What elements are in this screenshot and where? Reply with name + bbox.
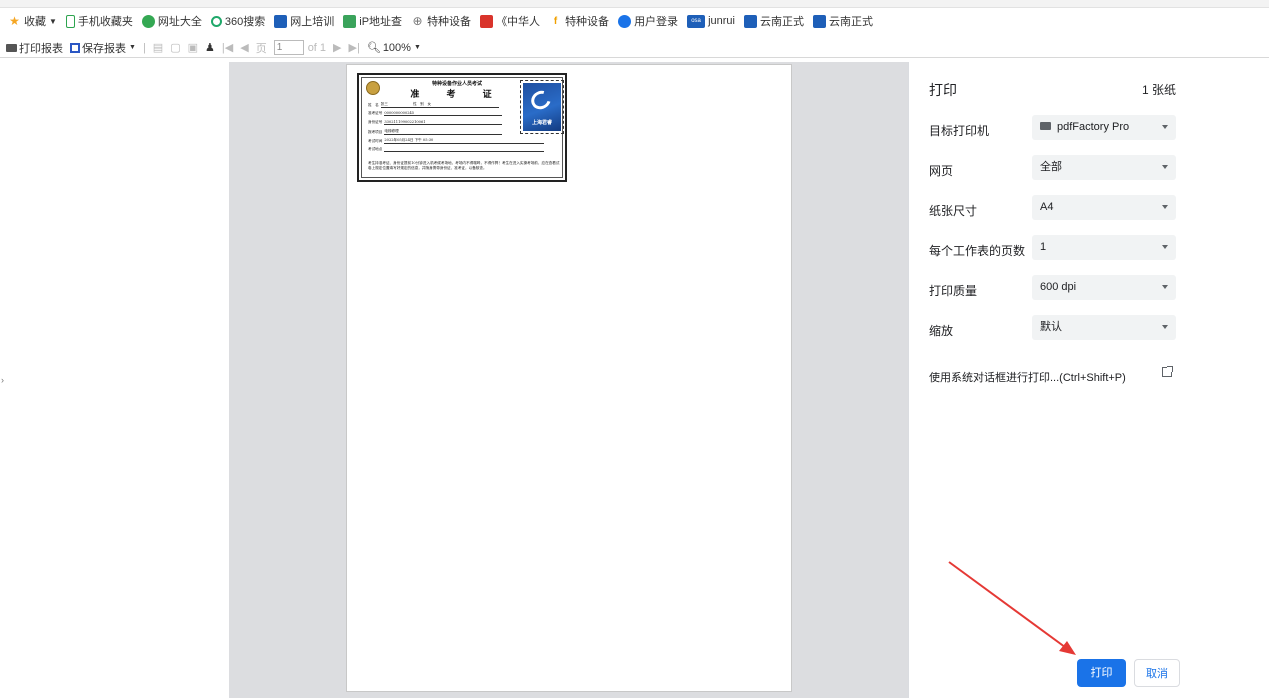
save-report-button[interactable]: 保存报表 ▼ [70,40,136,56]
chevron-down-icon [1162,165,1168,169]
bookmark-online-training[interactable]: 网上培训 [274,13,334,29]
destination-select[interactable]: pdfFactory Pro [1032,115,1176,140]
logo-image: 上海君睿 [523,83,561,131]
print-report-button[interactable]: 打印报表 [6,40,63,56]
site-icon [812,14,826,28]
bookmark-yunnan-2[interactable]: 云南正式 [812,13,873,29]
bookmark-360-search[interactable]: 360搜索 [210,13,265,29]
bookmark-yunnan-1[interactable]: 云南正式 [743,13,804,29]
paper-size-label: 纸张尺寸 [929,204,978,218]
page-count: of 1 [307,41,327,54]
star-icon: ★ [9,13,20,28]
swoosh-icon [527,87,555,113]
cancel-button[interactable]: 取消 [1134,659,1180,687]
first-page-icon[interactable]: |◀ [222,41,233,54]
chevron-down-icon: ▼ [129,44,136,51]
page-number-input[interactable] [273,40,304,55]
bookmark-special-equipment[interactable]: ⊕ 特种设备 [411,13,472,29]
site-icon [618,14,632,28]
panel-title: 打印 [929,82,957,98]
field-exam-time: 考试时间 2022年05月24日 下午 05:30 [368,138,545,144]
last-page-icon[interactable]: ▶| [349,41,360,54]
field-ticket-no: 准考证号 0000000000245 [368,111,503,116]
sheet-count: 1 张纸 [1141,83,1176,97]
site-icon [343,14,357,28]
site-icon: f [553,15,558,27]
printer-icon [1040,122,1051,131]
phone-icon [65,14,75,28]
pages-per-sheet-label: 每个工作表的页数 [929,244,1026,258]
admission-ticket-frame: 特种设备作业人员考试 准 考 证 上海君睿 姓 名张三 性 别 女 准考证号 00… [361,77,564,178]
chevron-down-icon [1162,325,1168,329]
chevron-down-icon [1162,205,1168,209]
copy-icon[interactable]: ▢ [170,41,180,54]
find-icon[interactable]: ♟ [205,41,215,54]
paper-size-select[interactable]: A4 [1032,195,1176,220]
next-page-icon[interactable]: ▶ [333,41,341,54]
bookmark-special-equipment-2[interactable]: f 特种设备 [549,13,609,29]
quality-select[interactable]: 600 dpi [1032,275,1176,300]
bookmarks-bar: ★ 收藏 ▼ 手机收藏夹 网址大全 360搜索 网上培训 iP地址查 ⊕ 特种设备 《… [0,10,1269,32]
prev-page-icon[interactable]: ◀ [240,41,248,54]
destination-label: 目标打印机 [929,124,990,138]
ticket-subtitle: 特种设备作业人员考试 [431,81,482,87]
system-dialog-link[interactable]: 使用系统对话框进行打印...(Ctrl+Shift+P) [929,369,1126,385]
site-icon [743,14,757,28]
bookmark-junrui[interactable]: osa junrui [687,14,735,28]
printer-icon [6,43,17,52]
browser-top-strip [0,0,1269,8]
bookmark-directory[interactable]: 网址大全 [141,13,202,29]
chevron-down-icon [1162,125,1168,129]
ticket-title: 准 考 证 [410,90,504,100]
chevron-down-icon [1162,285,1168,289]
bookmark-mobile[interactable]: 手机收藏夹 [65,13,133,29]
bookmark-ip-lookup[interactable]: iP地址查 [343,13,402,29]
toolbar-separator: | [142,41,146,54]
bookmark-user-login[interactable]: 用户登录 [618,13,678,29]
site-icon [274,14,288,28]
bookmark-zhonghua[interactable]: 《中华人 [480,13,540,29]
site-icon: osa [687,14,706,28]
pages-select[interactable]: 全部 [1032,155,1176,180]
page-label: 页 [255,42,267,55]
field-name: 姓 名张三 性 别 女 [368,102,499,108]
chevron-down-icon: ▼ [413,44,421,51]
print-button[interactable]: 打印 [1077,659,1126,687]
site-icon [480,14,494,28]
paste-icon[interactable]: ▣ [188,41,198,54]
report-toolbar: 打印报表 保存报表▼ | ▤ ▢ ▣ ♟ |◀ ◀ 页 of 1 ▶ ▶| 🔍︎… [0,38,1269,58]
scale-select[interactable]: 默认 [1032,315,1176,340]
zoom-selector[interactable]: 🔍︎ 100% ▼ [366,41,421,55]
ticket-photo: 上海君睿 [520,80,564,134]
print-preview-area: 特种设备作业人员考试 准 考 证 上海君睿 姓 名张三 性 别 女 准考证号 00… [229,62,908,698]
emblem-icon [366,81,380,95]
pages-per-sheet-select[interactable]: 1 [1032,235,1176,260]
open-external-icon[interactable] [1162,366,1173,377]
scale-label: 缩放 [929,324,954,338]
field-exam-location: 考试地点 [368,147,545,152]
field-id-no: 身份证号 330211199002210061 [368,120,503,125]
export-icon[interactable]: ▤ [153,41,163,54]
photo-caption: 上海君睿 [531,120,552,126]
zoom-icon: 🔍︎ [366,42,381,54]
chevron-down-icon [1162,245,1168,249]
chevron-right-icon[interactable]: › [1,375,4,385]
quality-label: 打印质量 [929,284,978,298]
search-icon [210,15,222,27]
preview-page: 特种设备作业人员考试 准 考 证 上海君睿 姓 名张三 性 别 女 准考证号 00… [346,64,792,692]
ticket-notice: 考生持准考证、身份证提前10分钟进入机考候考场地，考场内不得喧哗，不得作弊！考生… [368,161,560,170]
pages-label: 网页 [929,164,954,178]
save-icon [70,42,80,53]
chevron-down-icon: ▼ [49,16,57,26]
globe-icon [141,14,155,28]
field-exam-item: 报考项目 电梯修理 [368,129,503,135]
print-settings-panel: 打印 1 张纸 目标打印机 pdfFactory Pro 网页 全部 纸张尺寸 … [908,62,1269,698]
admission-ticket: 特种设备作业人员考试 准 考 证 上海君睿 姓 名张三 性 别 女 准考证号 00… [357,73,567,182]
bookmark-favorites[interactable]: ★ 收藏 ▼ [8,13,57,29]
globe-icon: ⊕ [412,13,423,28]
